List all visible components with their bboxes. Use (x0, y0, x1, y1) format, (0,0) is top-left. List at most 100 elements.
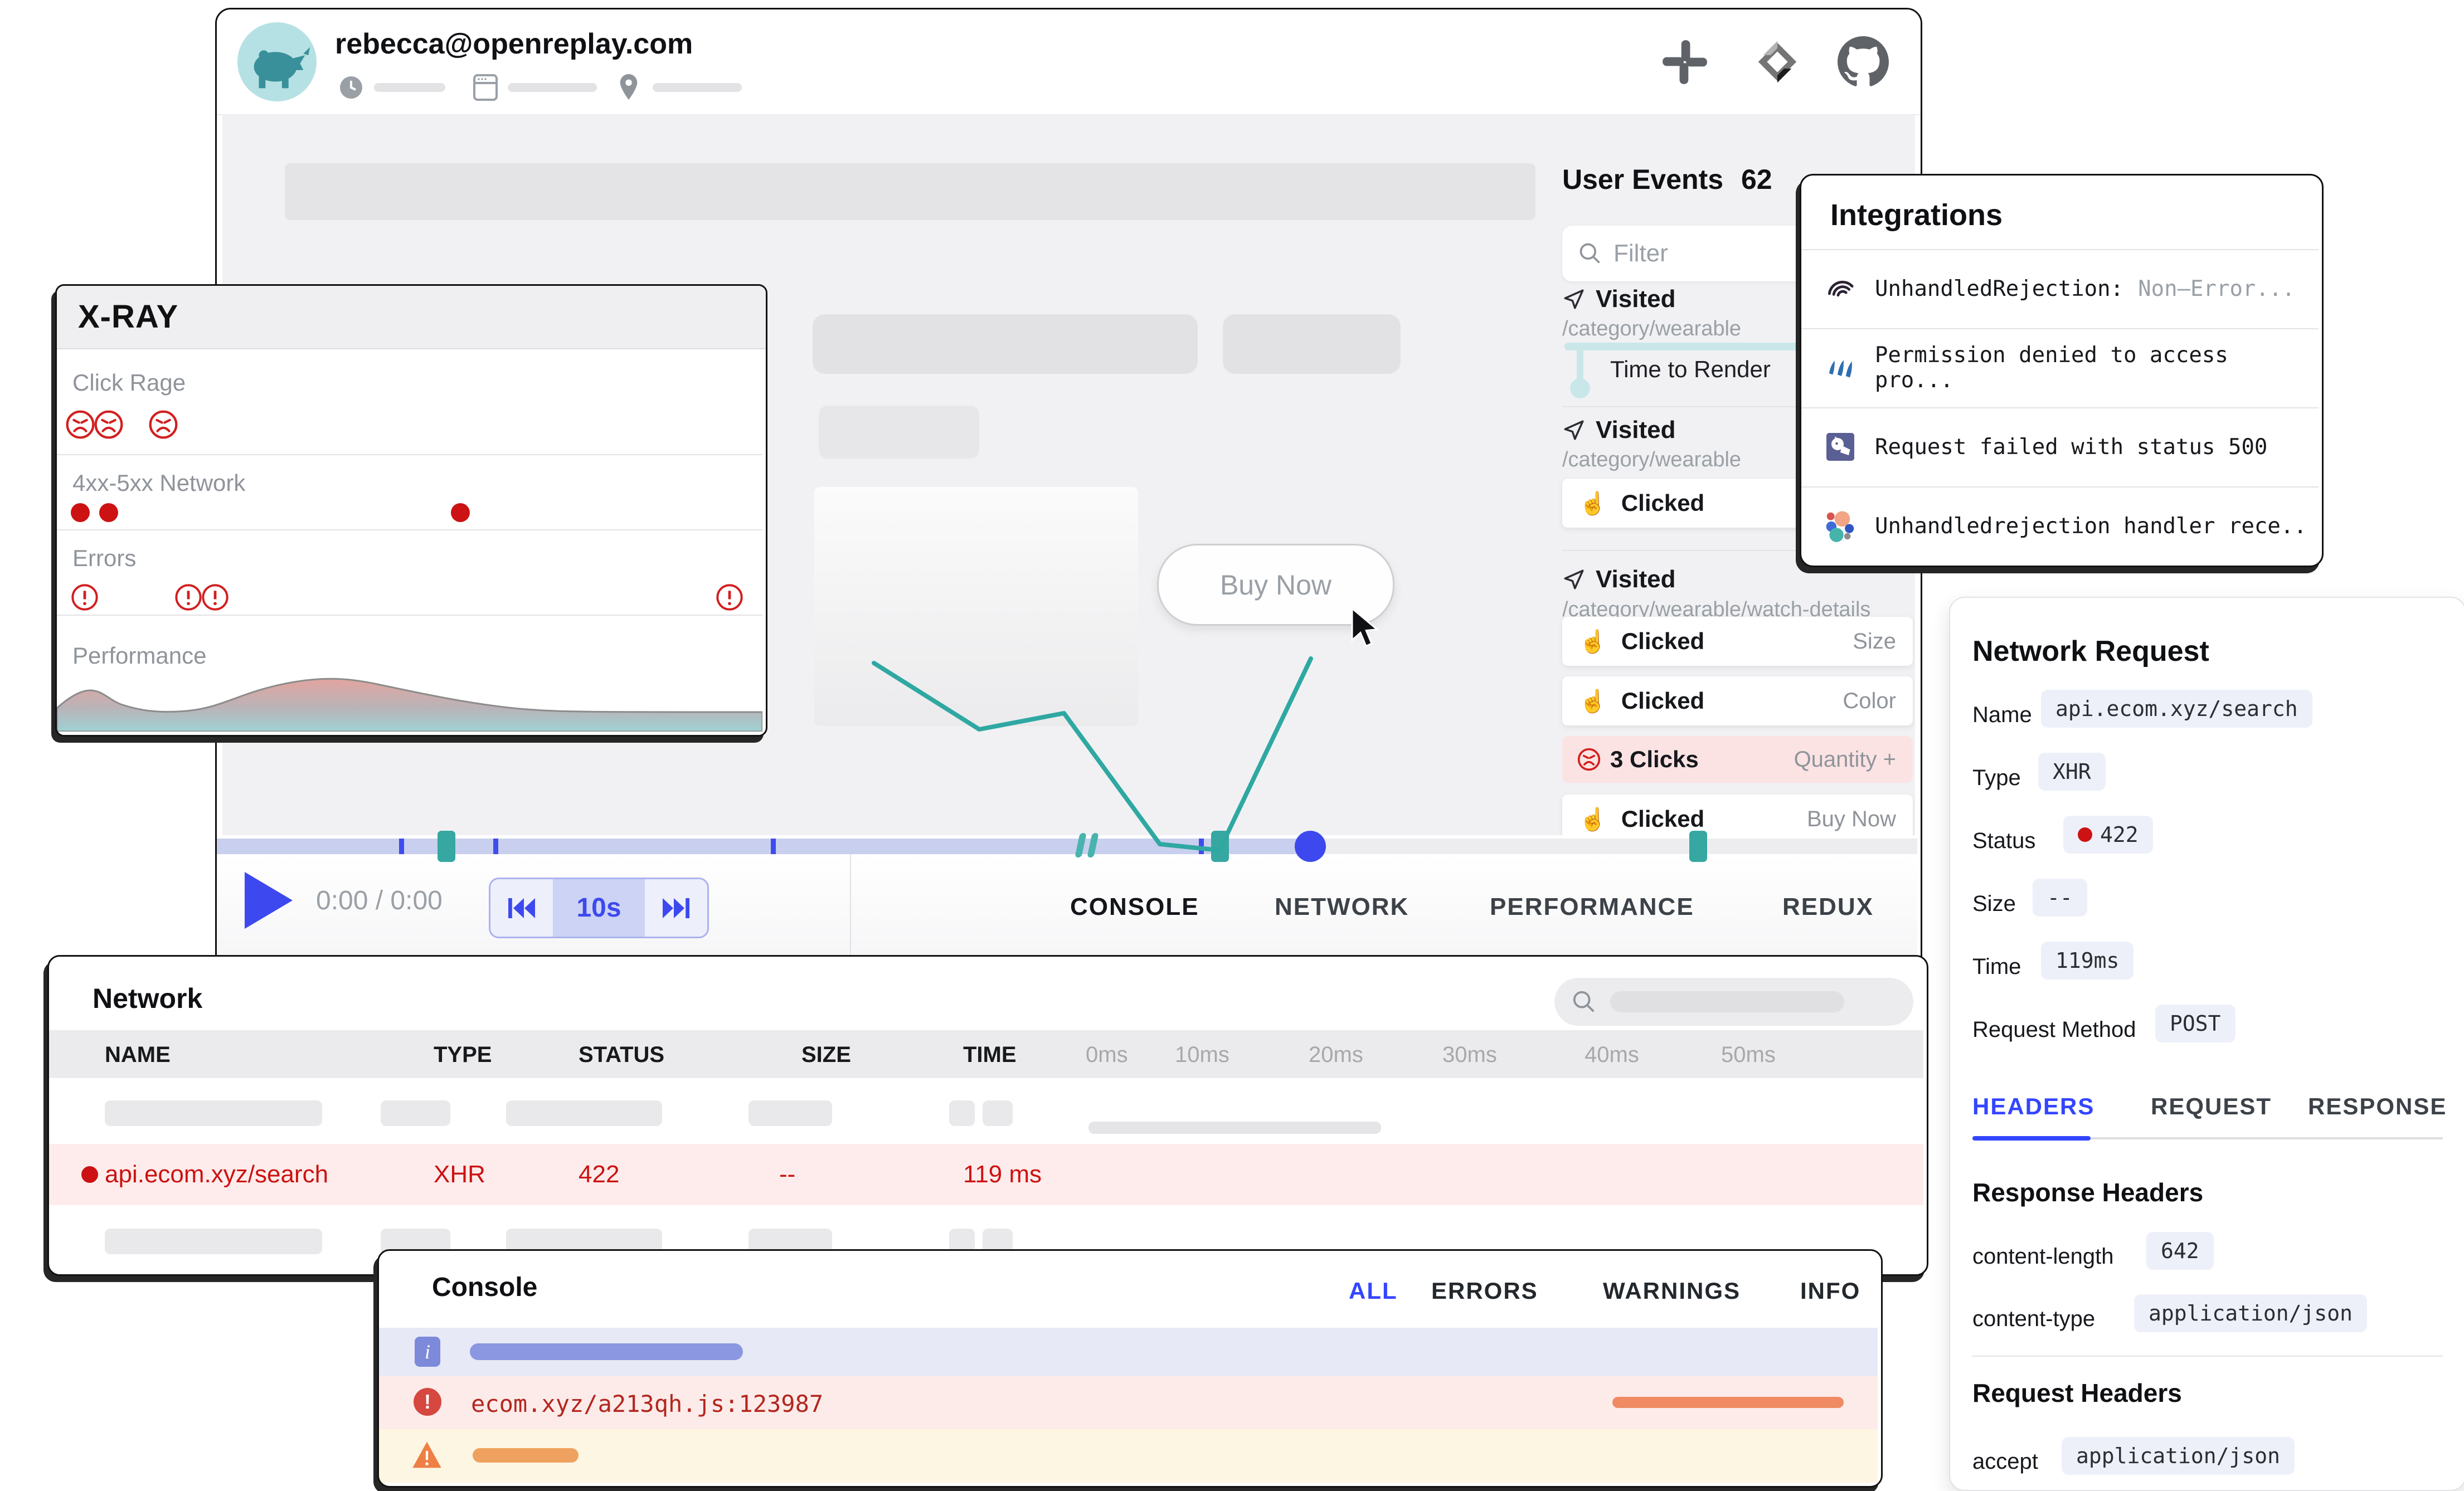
col-time[interactable]: TIME (963, 1042, 1017, 1068)
session-header: rebecca@openreplay.com (217, 9, 1921, 115)
event-target-label: Size (1853, 629, 1896, 654)
navigate-icon (1562, 288, 1586, 311)
integration-row[interactable]: Unhandledrejection handler rece.. (1801, 486, 2319, 566)
error-icon: ! (414, 1388, 441, 1416)
error-icon (201, 583, 230, 612)
field-time-value: 119ms (2041, 942, 2133, 980)
event-tick[interactable] (1199, 839, 1204, 854)
integration-error-text: UnhandledRejection: (1875, 276, 2123, 301)
skeleton-bar (749, 1100, 832, 1126)
event-target-label: Quantity + (1794, 747, 1896, 772)
cell-time: 119 ms (963, 1161, 1042, 1188)
hand-pointer-icon: ☝ (1579, 688, 1607, 714)
tab-response[interactable]: RESPONSE (2308, 1093, 2447, 1120)
console-row-error[interactable]: ! ecom.xyz/a213qh.js:123987 (379, 1376, 1878, 1429)
event-visited-label: Visited (1596, 566, 1675, 593)
xray-header: X-RAY (57, 286, 766, 349)
xray-title: X-RAY (78, 298, 178, 335)
event-clicked-label: Clicked (1621, 490, 1704, 517)
jira-icon[interactable] (1753, 37, 1802, 86)
col-status[interactable]: STATUS (579, 1042, 664, 1068)
event-visited[interactable]: Visited (1562, 285, 1675, 313)
console-row-info[interactable]: i (379, 1328, 1878, 1376)
network-search-input[interactable] (1554, 978, 1913, 1026)
col-name[interactable]: NAME (105, 1042, 171, 1068)
cell-type: XHR (434, 1161, 485, 1188)
response-header-value: application/json (2134, 1294, 2367, 1332)
network-request-title: Network Request (1972, 635, 2209, 668)
skeleton-bar (105, 1100, 322, 1126)
event-visited-label: Visited (1596, 416, 1675, 444)
table-row[interactable] (49, 1088, 1923, 1138)
event-url: /category/wearable (1562, 317, 1741, 341)
table-row-error[interactable]: api.ecom.xyz/search XHR 422 -- 119 ms (49, 1144, 1923, 1205)
event-clicked-card[interactable]: ☝ Clicked Color (1562, 676, 1913, 725)
col-size[interactable]: SIZE (801, 1042, 851, 1068)
network-request-panel: Network Request Name api.ecom.xyz/search… (1949, 597, 2464, 1491)
response-headers-title: Response Headers (1972, 1177, 2203, 1207)
event-visited[interactable]: Visited (1562, 416, 1675, 444)
tab-warnings[interactable]: WARNINGS (1603, 1278, 1741, 1304)
divider (57, 615, 762, 616)
note-marker-icon[interactable] (1211, 831, 1229, 862)
timeline-scrubber[interactable] (217, 839, 1917, 854)
navigate-icon (1562, 568, 1586, 591)
tab-console[interactable]: CONSOLE (1070, 893, 1199, 921)
field-status-value: 422 (2063, 816, 2153, 854)
console-panel: Console ALL ERRORS WARNINGS INFO i ! eco… (377, 1249, 1883, 1488)
skeleton-bar (105, 1229, 322, 1254)
event-clicked-label: Clicked (1621, 688, 1704, 714)
event-time-to-render[interactable]: Time to Render (1610, 356, 1771, 383)
skip-amount-label[interactable]: 10s (553, 893, 645, 923)
network-table-title: Network (93, 982, 202, 1015)
integration-row[interactable]: Request failed with status 500 (1801, 407, 2319, 486)
tab-redux[interactable]: REDUX (1782, 893, 1874, 921)
col-type[interactable]: TYPE (434, 1042, 492, 1068)
github-icon[interactable] (1838, 36, 1889, 87)
event-url: /category/wearable (1562, 448, 1741, 472)
playhead[interactable] (1295, 831, 1326, 862)
note-marker-icon[interactable] (438, 831, 455, 862)
note-marker-icon[interactable] (1689, 831, 1707, 862)
skeleton-block (285, 163, 1535, 220)
console-row-warning[interactable] (379, 1429, 1878, 1483)
skip-back-button[interactable] (490, 879, 553, 937)
integration-row[interactable]: UnhandledRejection: Non—Error... (1801, 249, 2319, 328)
hand-pointer-icon: ☝ (1579, 628, 1607, 655)
event-rage-click-card[interactable]: 3 Clicks Quantity + (1562, 736, 1913, 783)
angry-face-icon (65, 409, 96, 440)
event-target-label: Color (1843, 689, 1896, 714)
play-button[interactable] (241, 870, 296, 931)
tab-headers[interactable]: HEADERS (1972, 1093, 2094, 1120)
error-dot (81, 1166, 98, 1183)
tab-request[interactable]: REQUEST (2151, 1093, 2272, 1120)
event-clicked-card[interactable]: ☝ Clicked Buy Now (1562, 795, 1913, 835)
tab-errors[interactable]: ERRORS (1431, 1278, 1538, 1304)
tab-network[interactable]: NETWORK (1275, 893, 1409, 921)
event-clicked-label: Clicked (1621, 806, 1704, 832)
hand-pointer-icon: ☝ (1579, 490, 1607, 517)
field-size-label: Size (1972, 891, 2016, 917)
tab-all[interactable]: ALL (1349, 1278, 1398, 1304)
slack-icon[interactable] (1661, 38, 1708, 85)
tab-info[interactable]: INFO (1800, 1278, 1860, 1304)
divider (57, 529, 762, 530)
integration-row[interactable]: Permission denied to access pro... (1801, 328, 2319, 407)
clock-icon (338, 74, 365, 101)
divider (57, 454, 762, 455)
event-tick[interactable] (771, 839, 776, 854)
warning-icon (411, 1440, 443, 1469)
skip-forward-button[interactable] (645, 879, 707, 937)
waterfall-bar (1612, 1397, 1844, 1408)
performance-label: Performance (72, 642, 206, 669)
event-clicked-card[interactable]: ☝ Clicked Size (1562, 617, 1913, 666)
event-tick[interactable] (493, 839, 498, 854)
event-tick[interactable] (399, 839, 404, 854)
event-visited[interactable]: Visited (1562, 566, 1675, 593)
console-title: Console (432, 1272, 537, 1303)
cell-status: 422 (579, 1161, 619, 1188)
event-rage-label: 3 Clicks (1610, 746, 1699, 773)
tab-performance[interactable]: PERFORMANCE (1490, 893, 1694, 921)
skeleton-bar (983, 1100, 1013, 1126)
error-icon (715, 583, 744, 612)
